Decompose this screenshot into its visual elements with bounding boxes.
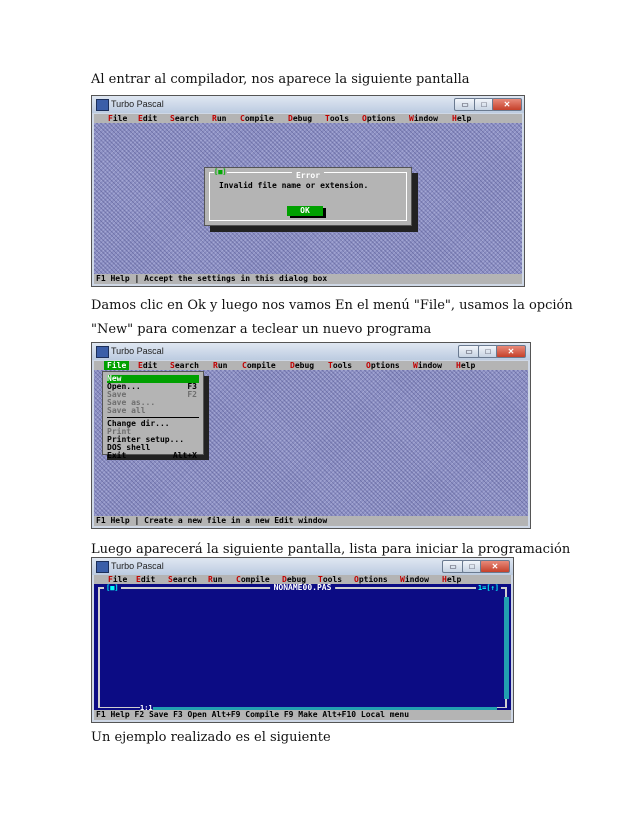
menu-bar: File Edit Search Run Compile Debug Tools… [94, 361, 528, 370]
menu-compile[interactable]: Compile [242, 361, 276, 370]
minimize-button[interactable]: ▭ [442, 560, 464, 573]
menu-help[interactable]: Help [442, 575, 461, 584]
error-dialog: [■] Error Invalid file name or extension… [204, 167, 412, 226]
paragraph-click-ok: Damos clic en Ok y luego nos vamos En el… [91, 298, 573, 313]
editor-close-icon[interactable]: [■] [104, 584, 121, 592]
window-title: Turbo Pascal [111, 346, 164, 356]
menu-search[interactable]: Search [170, 361, 199, 370]
title-bar: Turbo Pascal ▭ □ ✕ [92, 558, 513, 575]
screenshot-editor: Turbo Pascal ▭ □ ✕ File Edit Search Run … [91, 557, 514, 723]
minimize-button[interactable]: ▭ [454, 98, 476, 111]
menu-window[interactable]: Window [413, 361, 442, 370]
close-button[interactable]: ✕ [496, 345, 526, 358]
menu-file[interactable]: File [104, 361, 130, 370]
ok-button[interactable]: OK [287, 206, 323, 216]
vertical-scrollbar[interactable] [504, 597, 509, 699]
menu-search[interactable]: Search [168, 575, 197, 584]
menu-bar: FFileile Edit Search Run Compile Debug T… [94, 114, 522, 123]
editor-title: NONAME00.PAS [269, 584, 336, 592]
screenshot-file-menu: Turbo Pascal ▭ □ ✕ File Edit Search Run … [91, 342, 531, 529]
status-bar: F1 Help | Accept the settings in this di… [94, 274, 522, 284]
menu-run[interactable]: Run [208, 575, 222, 584]
menu-compile[interactable]: Compile [240, 114, 274, 123]
screenshot-error-dialog: Turbo Pascal ▭ □ ✕ FFileile Edit Search … [91, 95, 525, 287]
maximize-button[interactable]: □ [462, 560, 482, 573]
paragraph-editor-screen: Luego aparecerá la siguiente pantalla, l… [91, 542, 571, 557]
title-bar: Turbo Pascal ▭ □ ✕ [92, 96, 524, 113]
app-icon [96, 99, 109, 111]
menu-debug[interactable]: Debug [288, 114, 312, 123]
maximize-button[interactable]: □ [474, 98, 494, 111]
status-bar: F1 Help | Create a new file in a new Edi… [94, 516, 528, 526]
menu-file[interactable]: File [108, 575, 127, 584]
menu-help[interactable]: Help [456, 361, 475, 370]
menu-file[interactable]: FFileile [108, 114, 127, 123]
error-message: Invalid file name or extension. [219, 181, 369, 190]
menu-options[interactable]: Options [362, 114, 396, 123]
menu-edit[interactable]: Edit [136, 575, 155, 584]
minimize-button[interactable]: ▭ [458, 345, 480, 358]
menu-item-save-all[interactable]: Save all [107, 407, 199, 415]
menu-tools[interactable]: Tools [325, 114, 349, 123]
window-title: Turbo Pascal [111, 99, 164, 109]
menu-search[interactable]: Search [170, 114, 199, 123]
editor-zoom-icon[interactable]: 1=[↑] [475, 584, 501, 592]
app-icon [96, 346, 109, 358]
menu-run[interactable]: Run [212, 114, 226, 123]
window-title: Turbo Pascal [111, 561, 164, 571]
dialog-close-icon[interactable]: [■] [214, 168, 227, 176]
menu-options[interactable]: Options [354, 575, 388, 584]
menu-help[interactable]: Help [452, 114, 471, 123]
close-button[interactable]: ✕ [480, 560, 510, 573]
paragraph-intro: Al entrar al compilador, nos aparece la … [91, 72, 470, 87]
menu-separator [107, 417, 199, 418]
paragraph-new-option: "New" para comenzar a teclear un nuevo p… [91, 322, 432, 337]
close-button[interactable]: ✕ [492, 98, 522, 111]
app-icon [96, 561, 109, 573]
menu-compile[interactable]: Compile [236, 575, 270, 584]
dialog-title: Error [291, 172, 325, 180]
menu-window[interactable]: Window [409, 114, 438, 123]
menu-tools[interactable]: Tools [328, 361, 352, 370]
menu-edit[interactable]: Edit [138, 114, 157, 123]
menu-item-exit[interactable]: Exit Alt+X [107, 452, 199, 460]
menu-options[interactable]: Options [366, 361, 400, 370]
menu-debug[interactable]: Debug [290, 361, 314, 370]
menu-edit[interactable]: Edit [138, 361, 157, 370]
editor-window[interactable]: [■] NONAME00.PAS 1=[↑] 1:1 [94, 584, 511, 712]
maximize-button[interactable]: □ [478, 345, 498, 358]
status-bar: F1 Help F2 Save F3 Open Alt+F9 Compile F… [94, 710, 511, 720]
title-bar: Turbo Pascal ▭ □ ✕ [92, 343, 530, 360]
file-dropdown-menu: New Open... F3 Save F2 Save as... Save all… [102, 371, 204, 460]
menu-window[interactable]: Window [400, 575, 429, 584]
menu-run[interactable]: Run [213, 361, 227, 370]
paragraph-example: Un ejemplo realizado es el siguiente [91, 730, 331, 745]
